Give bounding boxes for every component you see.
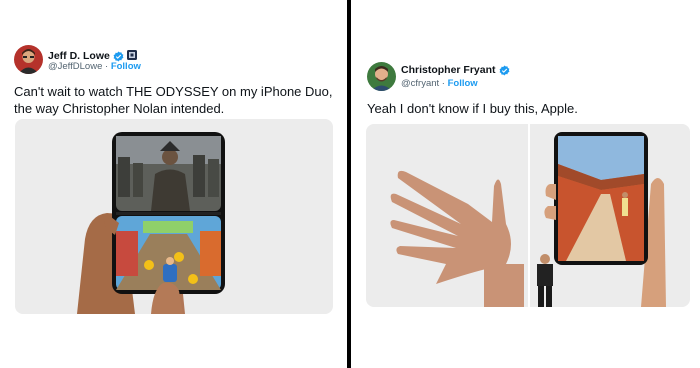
verified-badge-icon	[113, 51, 124, 62]
author-avatar[interactable]	[14, 45, 43, 74]
follow-button[interactable]: Follow	[448, 78, 478, 89]
author-handle[interactable]: @JeffDLowe	[48, 61, 102, 72]
hand-vs-phone-illustration	[366, 124, 690, 307]
tweet-christopher-fryant: Christopher Fryant @cfryant · Follow Yea…	[351, 0, 700, 368]
tweet-media-image[interactable]	[366, 124, 690, 307]
author-handle[interactable]: @cfryant	[401, 78, 439, 89]
tweet-media-image[interactable]	[15, 119, 333, 314]
author-avatar[interactable]	[367, 62, 396, 91]
avatar-image	[14, 45, 43, 74]
verified-badge-icon	[499, 65, 510, 76]
tweet-text: Can't wait to watch THE ODYSSEY on my iP…	[14, 84, 333, 116]
avatar-image	[367, 62, 396, 91]
author-name[interactable]: Christopher Fryant	[401, 64, 496, 76]
follow-button[interactable]: Follow	[111, 61, 141, 72]
foldable-phone-illustration	[15, 119, 333, 314]
tweet-jeff-lowe: Jeff D. Lowe @JeffDLowe · Follow Can't w…	[0, 0, 347, 368]
tweet-text: Yeah I don't know if I buy this, Apple.	[367, 101, 578, 116]
